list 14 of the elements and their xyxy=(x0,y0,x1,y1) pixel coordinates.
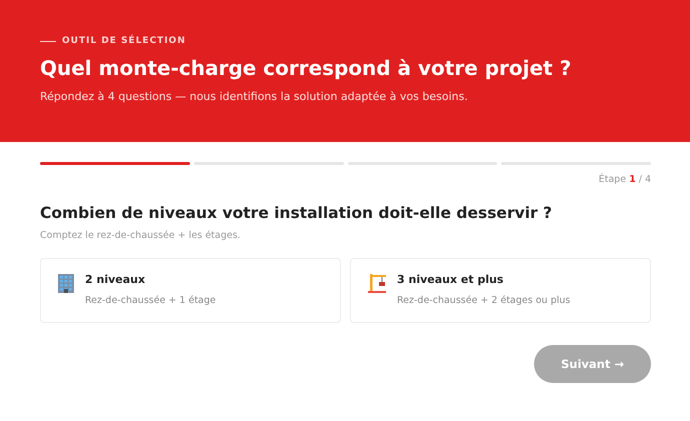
page-title: Quel monte-charge correspond à votre projet ? xyxy=(40,56,572,80)
question-hint: Comptez le rez-de-chaussée + les étages. xyxy=(40,230,242,241)
office-building-icon xyxy=(57,273,75,293)
crane-icon xyxy=(367,273,387,293)
option-description: Rez-de-chaussée + 1 étage xyxy=(85,295,216,306)
option-title: 2 niveaux xyxy=(85,273,146,286)
option-card[interactable]: 3 niveaux et plus Rez-de-chaussée + 2 étages ou plus xyxy=(350,258,651,323)
eyebrow-label: OUTIL DE SÉLECTION xyxy=(62,36,186,46)
option-description: Rez-de-chaussée + 2 étages ou plus xyxy=(397,295,570,306)
option-card[interactable]: 2 niveaux Rez-de-chaussée + 1 étage xyxy=(40,258,341,323)
question-title: Combien de niveaux votre installation doit-elle desservir ? xyxy=(40,204,554,222)
step-counter: Étape 1 / 4 xyxy=(598,174,651,185)
option-title: 3 niveaux et plus xyxy=(397,273,504,286)
page-subtitle: Répondez à 4 questions — nous identifions la solution adaptée à vos besoins. xyxy=(40,90,469,103)
